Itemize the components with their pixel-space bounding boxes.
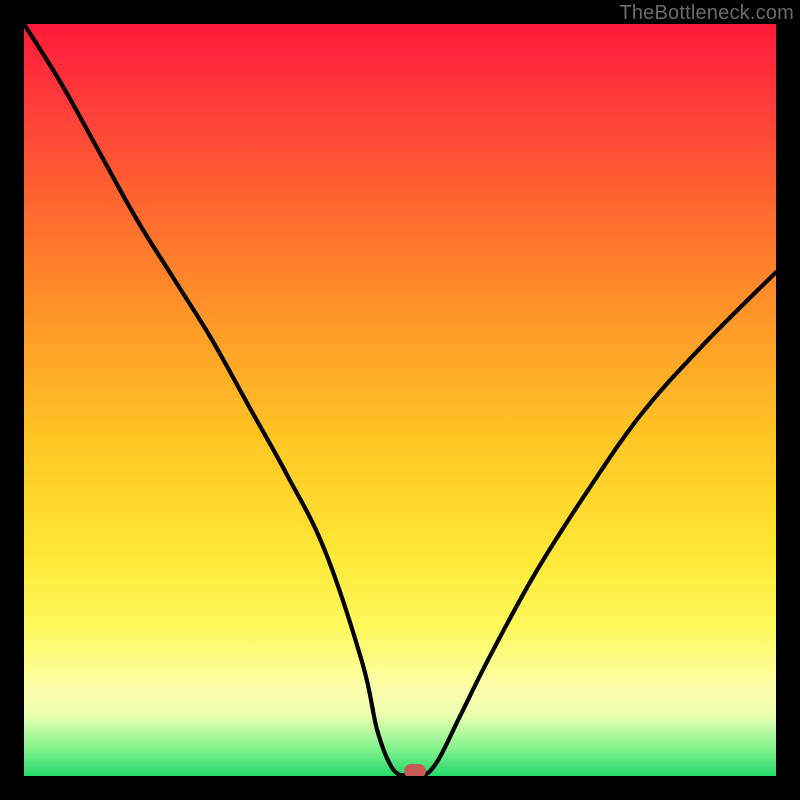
optimal-point-marker — [404, 764, 426, 776]
chart-frame: TheBottleneck.com — [0, 0, 800, 800]
bottleneck-curve — [24, 24, 776, 776]
watermark-text: TheBottleneck.com — [619, 2, 794, 25]
plot-area — [24, 24, 776, 776]
